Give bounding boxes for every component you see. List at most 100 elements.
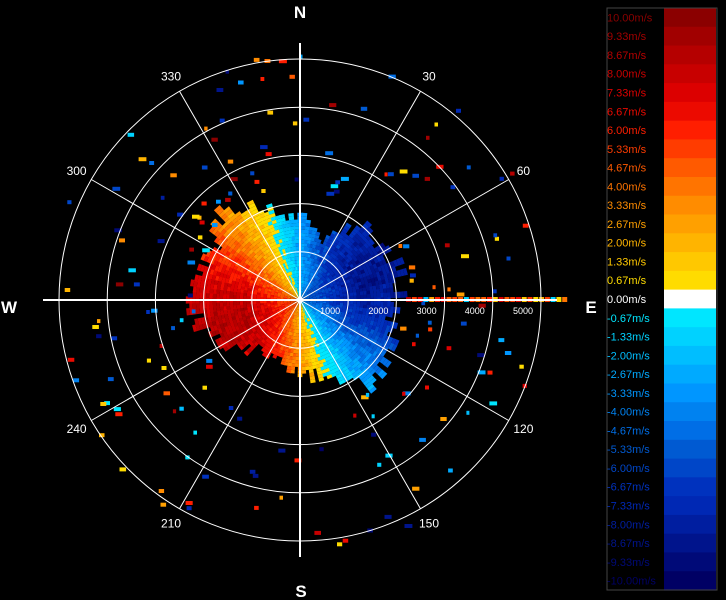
clutter-echo	[260, 77, 265, 81]
azimuth-label: 240	[67, 422, 87, 436]
colorbar-swatch	[664, 402, 716, 422]
clutter-echo	[157, 239, 165, 244]
colorbar-label: 5.33m/s	[607, 144, 647, 156]
clutter-echo	[419, 437, 426, 442]
clutter-echo	[163, 391, 170, 396]
clutter-echo	[202, 248, 210, 253]
colorbar-swatch	[664, 176, 716, 197]
colorbar-label: 6.67m/s	[607, 106, 647, 118]
clutter-echo	[329, 103, 337, 108]
clutter-echo	[424, 176, 430, 181]
clutter-echo	[250, 171, 255, 176]
clutter-echo	[404, 524, 413, 528]
clutter-echo	[314, 530, 321, 535]
clutter-echo	[519, 364, 524, 369]
clutter-echo	[128, 268, 136, 273]
colorbar-swatch	[664, 64, 716, 84]
colorbar-label: 0.00m/s	[607, 294, 647, 306]
clutter-echo	[111, 336, 118, 341]
clutter-echo	[387, 172, 394, 177]
clutter-echo	[450, 185, 456, 190]
clutter-echo	[425, 385, 429, 390]
clutter-echo	[228, 191, 233, 196]
velocity-gate	[400, 291, 405, 298]
clutter-echo	[426, 135, 430, 140]
colorbar-label: -3.33m/s	[607, 388, 650, 400]
colorbar-swatch	[664, 289, 716, 309]
colorbar-swatch	[664, 308, 716, 328]
velocity-gate	[301, 212, 308, 217]
clutter-echo	[446, 346, 452, 351]
velocity-gate	[286, 365, 292, 370]
clutter-echo	[384, 514, 392, 519]
clutter-echo	[303, 117, 310, 122]
radar-origin-marker	[297, 297, 303, 303]
clutter-echo	[398, 244, 403, 248]
clutter-echo	[456, 108, 461, 113]
cardinal-label-e: E	[585, 298, 596, 317]
clutter-echo	[160, 502, 167, 507]
clutter-echo	[371, 414, 375, 419]
colorbar-label: 8.67m/s	[607, 50, 647, 62]
clutter-echo	[192, 214, 200, 219]
colorbar-swatch	[664, 45, 716, 65]
clutter-echo	[556, 297, 562, 302]
clutter-echo	[133, 282, 140, 287]
colorbar-label: -6.67m/s	[607, 482, 650, 494]
clutter-echo	[278, 448, 286, 453]
clutter-echo	[448, 468, 453, 473]
clutter-echo	[185, 501, 193, 505]
clutter-echo	[187, 293, 193, 298]
range-label: 2000	[368, 306, 388, 316]
colorbar-label: -8.00m/s	[607, 519, 650, 531]
cardinal-label-n: N	[294, 3, 306, 22]
clutter-echo	[112, 186, 121, 191]
colorbar-label: -6.00m/s	[607, 463, 650, 475]
clutter-echo	[377, 462, 382, 467]
clutter-echo	[365, 392, 370, 397]
clutter-echo	[499, 176, 504, 181]
clutter-echo	[294, 177, 299, 182]
colorbar-swatch	[664, 26, 716, 47]
clutter-echo	[402, 391, 406, 396]
clutter-echo	[115, 282, 124, 287]
velocity-gate	[293, 219, 299, 224]
clutter-echo	[440, 417, 447, 421]
clutter-echo	[158, 489, 165, 493]
clutter-echo	[249, 469, 256, 474]
colorbar-swatch	[664, 214, 716, 234]
clutter-echo	[149, 161, 155, 165]
clutter-echo	[186, 506, 192, 511]
azimuth-label: 210	[161, 516, 181, 530]
clutter-echo	[216, 199, 221, 204]
colorbar-swatch	[664, 552, 716, 572]
clutter-echo	[342, 538, 349, 543]
clutter-echo	[447, 287, 451, 292]
velocity-gate	[294, 233, 299, 237]
clutter-echo	[489, 401, 498, 406]
clutter-echo	[211, 137, 218, 142]
clutter-echo	[201, 201, 207, 206]
colorbar-swatch	[664, 101, 716, 122]
clutter-echo	[260, 145, 268, 150]
colorbar-swatch	[664, 496, 716, 516]
azimuth-label: 60	[517, 164, 531, 178]
colorbar-swatch	[664, 8, 716, 28]
colorbar-label: 6.00m/s	[607, 125, 647, 137]
clutter-echo	[115, 412, 123, 417]
colorbar-swatch	[664, 252, 716, 272]
clutter-echo	[151, 308, 158, 313]
colorbar-label: 7.33m/s	[607, 88, 647, 100]
clutter-echo	[187, 260, 196, 265]
range-label: 4000	[465, 306, 485, 316]
clutter-echo	[487, 370, 493, 375]
colorbar-label: 8.00m/s	[607, 69, 647, 81]
velocity-gate	[288, 213, 294, 217]
clutter-echo	[460, 321, 467, 326]
cardinal-label-s: S	[295, 582, 306, 600]
velocity-gate	[296, 263, 300, 267]
clutter-echo	[202, 474, 209, 479]
azimuth-label: 150	[419, 516, 439, 530]
colorbar-label: 2.00m/s	[607, 238, 647, 250]
velocity-gate	[296, 260, 300, 264]
